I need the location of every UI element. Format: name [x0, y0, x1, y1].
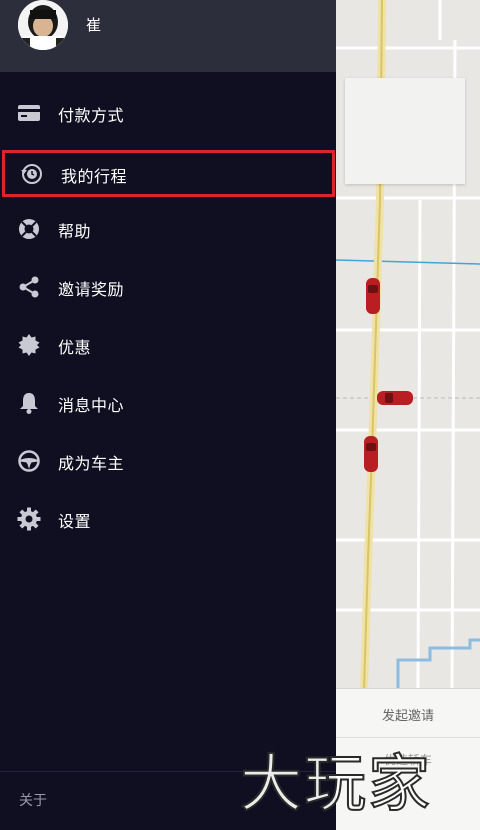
menu-label: 消息中心 [58, 396, 125, 415]
menu-label: 邀请奖励 [58, 280, 125, 299]
navigation-drawer: 崔 付款方式 我的行程 帮助 邀请奖励 优惠 消息中心 成为车主 设置 关于 [0, 0, 336, 830]
car-icon-1 [366, 278, 380, 314]
menu-label: 优惠 [58, 338, 92, 357]
share-icon [17, 275, 41, 299]
about-link[interactable]: 关于 [19, 790, 47, 810]
drawer-header[interactable]: 崔 [0, 0, 336, 72]
menu-label: 帮助 [58, 222, 92, 241]
menu-item-payment[interactable]: 付款方式 [0, 90, 336, 136]
invite-button[interactable]: 发起邀请 [336, 705, 480, 724]
menu-item-become-owner[interactable]: 成为车主 [0, 438, 336, 484]
menu-item-help[interactable]: 帮助 [0, 206, 336, 252]
menu-label: 成为车主 [58, 454, 125, 473]
gear-icon [17, 507, 41, 531]
menu-label: 我的行程 [61, 167, 128, 186]
menu-item-settings[interactable]: 设置 [0, 496, 336, 542]
steering-wheel-icon [17, 449, 41, 473]
badge-icon [17, 333, 41, 357]
divider [336, 737, 480, 738]
watermark: 大玩家 [239, 746, 433, 821]
car-icon-3 [364, 436, 378, 472]
map-search-card[interactable] [345, 78, 465, 184]
menu-item-discount[interactable]: 优惠 [0, 322, 336, 368]
menu-label: 付款方式 [58, 106, 125, 125]
menu-item-messages[interactable]: 消息中心 [0, 380, 336, 426]
credit-card-icon [17, 101, 41, 125]
history-icon [20, 162, 44, 186]
menu-item-invite[interactable]: 邀请奖励 [0, 264, 336, 310]
menu-item-my-trips[interactable]: 我的行程 [2, 150, 335, 197]
user-name: 崔 [86, 16, 102, 34]
bell-icon [17, 391, 41, 415]
lifebuoy-icon [17, 217, 41, 241]
avatar[interactable] [18, 0, 68, 50]
car-icon-2 [377, 391, 413, 405]
menu-label: 设置 [58, 512, 92, 531]
